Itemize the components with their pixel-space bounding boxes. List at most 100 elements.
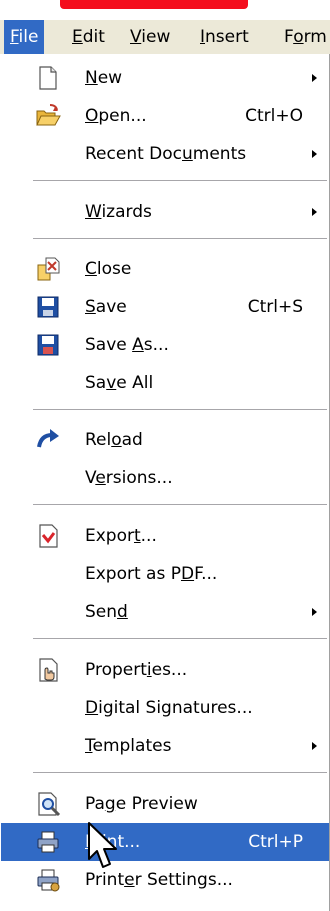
menu-separator — [33, 638, 327, 639]
printer-settings-icon — [37, 869, 60, 892]
menu-view[interactable]: View — [124, 20, 176, 54]
menu-item-print[interactable]: Print... Ctrl+P — [1, 823, 329, 861]
label-part: izards — [101, 202, 152, 222]
reload-icon — [37, 429, 59, 448]
label-part: V — [85, 468, 96, 488]
menu-file[interactable]: File — [4, 20, 45, 54]
menu-item-printer-settings[interactable]: Printer Settings... — [1, 861, 329, 899]
accelerator: v — [106, 373, 117, 393]
label-part: Pa — [85, 794, 105, 814]
menu-item-properties[interactable]: Properties... — [1, 651, 329, 689]
submenu-arrow-icon — [312, 208, 317, 216]
screenshot-root: File Edit View Insert Form New Open... C — [0, 0, 330, 911]
menu-accelerator: o — [293, 27, 304, 47]
page-preview-icon — [38, 792, 61, 817]
menu-label-part: nsert — [205, 27, 249, 47]
label-part: Propert — [85, 660, 147, 680]
mouse-cursor-icon — [88, 822, 117, 868]
accelerator: u — [182, 144, 193, 164]
menu-insert[interactable]: Insert — [194, 20, 255, 54]
accelerator: e — [124, 870, 135, 890]
menu-format[interactable]: Form — [278, 20, 330, 54]
menu-separator — [33, 409, 327, 410]
label-part: Sen — [85, 602, 118, 622]
save-icon — [37, 296, 59, 318]
menu-item-save[interactable]: Save Ctrl+S — [1, 288, 329, 326]
menu-bar: File Edit View Insert Form — [0, 20, 330, 55]
label-part: es... — [151, 660, 188, 680]
label-part: Print — [85, 870, 125, 890]
label-part: ... — [140, 526, 157, 546]
label-part: igital Signatures... — [98, 698, 253, 718]
label-part: ments — [192, 144, 247, 164]
accelerator: e — [95, 468, 106, 488]
menu-item-save-as[interactable]: Save As... — [1, 326, 329, 364]
menu-item-close[interactable]: Close — [1, 250, 329, 288]
accelerator: W — [85, 202, 102, 222]
label-part: rsions... — [105, 468, 173, 488]
accelerator: g — [104, 794, 116, 814]
label-part: ad — [121, 430, 143, 450]
accelerator: o — [111, 430, 122, 450]
menu-item-export-as-pdf[interactable]: Export as PDF... — [1, 555, 329, 593]
file-menu-dropdown: New Open... Ctrl+O Recent Documents Wiza… — [0, 54, 330, 911]
submenu-arrow-icon — [312, 608, 317, 616]
menu-label-part: iew — [141, 27, 171, 47]
label-part: e All — [116, 373, 154, 393]
label-part: e Preview — [115, 794, 198, 814]
menu-item-new[interactable]: New — [1, 59, 329, 97]
export-icon — [39, 524, 58, 548]
accelerator: O — [85, 106, 99, 126]
accelerator: d — [117, 602, 128, 622]
accelerator: t — [133, 526, 141, 546]
label-part: F... — [194, 564, 218, 584]
label-part: r Settings... — [134, 870, 233, 890]
menu-label-part: dit — [82, 27, 105, 47]
label-part: ave — [95, 297, 127, 317]
menu-item-templates[interactable]: Templates — [1, 727, 329, 765]
label-part: ew — [97, 68, 123, 88]
menu-item-open[interactable]: Open... Ctrl+O — [1, 97, 329, 135]
top-strip — [0, 0, 330, 20]
menu-separator — [33, 180, 327, 181]
open-folder-icon — [36, 104, 61, 126]
menu-label-part: F — [284, 27, 294, 47]
print-icon — [37, 831, 59, 853]
menu-accelerator: E — [72, 27, 83, 47]
label-part: Recent Doc — [85, 144, 182, 164]
menu-edit[interactable]: Edit — [66, 20, 111, 54]
label-part: lose — [96, 259, 132, 279]
close-document-icon — [37, 257, 60, 281]
label-part: s... — [143, 335, 169, 355]
menu-separator — [33, 238, 327, 239]
label-part: pen... — [98, 106, 147, 126]
menu-label-part: ile — [18, 27, 39, 47]
menu-item-send[interactable]: Send — [1, 593, 329, 631]
label-part: Expor — [85, 526, 134, 546]
accelerator: N — [85, 68, 98, 88]
save-as-icon — [37, 334, 59, 356]
menu-item-export[interactable]: Export... — [1, 517, 329, 555]
label-part: Sa — [85, 373, 107, 393]
label-part: Save — [85, 335, 133, 355]
label-part: emplates — [92, 736, 172, 756]
shortcut-text: Ctrl+P — [248, 832, 303, 852]
menu-item-versions[interactable]: Versions... — [1, 459, 329, 497]
accelerator: T — [85, 736, 93, 756]
menu-item-digital-signatures[interactable]: Digital Signatures... — [1, 689, 329, 727]
submenu-arrow-icon — [312, 150, 317, 158]
menu-item-save-all[interactable]: Save All — [1, 364, 329, 402]
accelerator: C — [85, 259, 97, 279]
menu-item-wizards[interactable]: Wizards — [1, 193, 329, 231]
red-highlight-mark — [60, 0, 248, 9]
accelerator: S — [85, 297, 96, 317]
menu-label-part: rm — [303, 27, 327, 47]
menu-item-recent-documents[interactable]: Recent Documents — [1, 135, 329, 173]
label-part: Export as P — [85, 564, 181, 584]
menu-separator — [33, 772, 327, 773]
accelerator: D — [180, 564, 195, 584]
menu-accelerator: F — [10, 27, 19, 47]
menu-item-page-preview[interactable]: Page Preview — [1, 785, 329, 823]
menu-item-reload[interactable]: Reload — [1, 421, 329, 459]
shortcut-text: Ctrl+O — [245, 106, 303, 126]
